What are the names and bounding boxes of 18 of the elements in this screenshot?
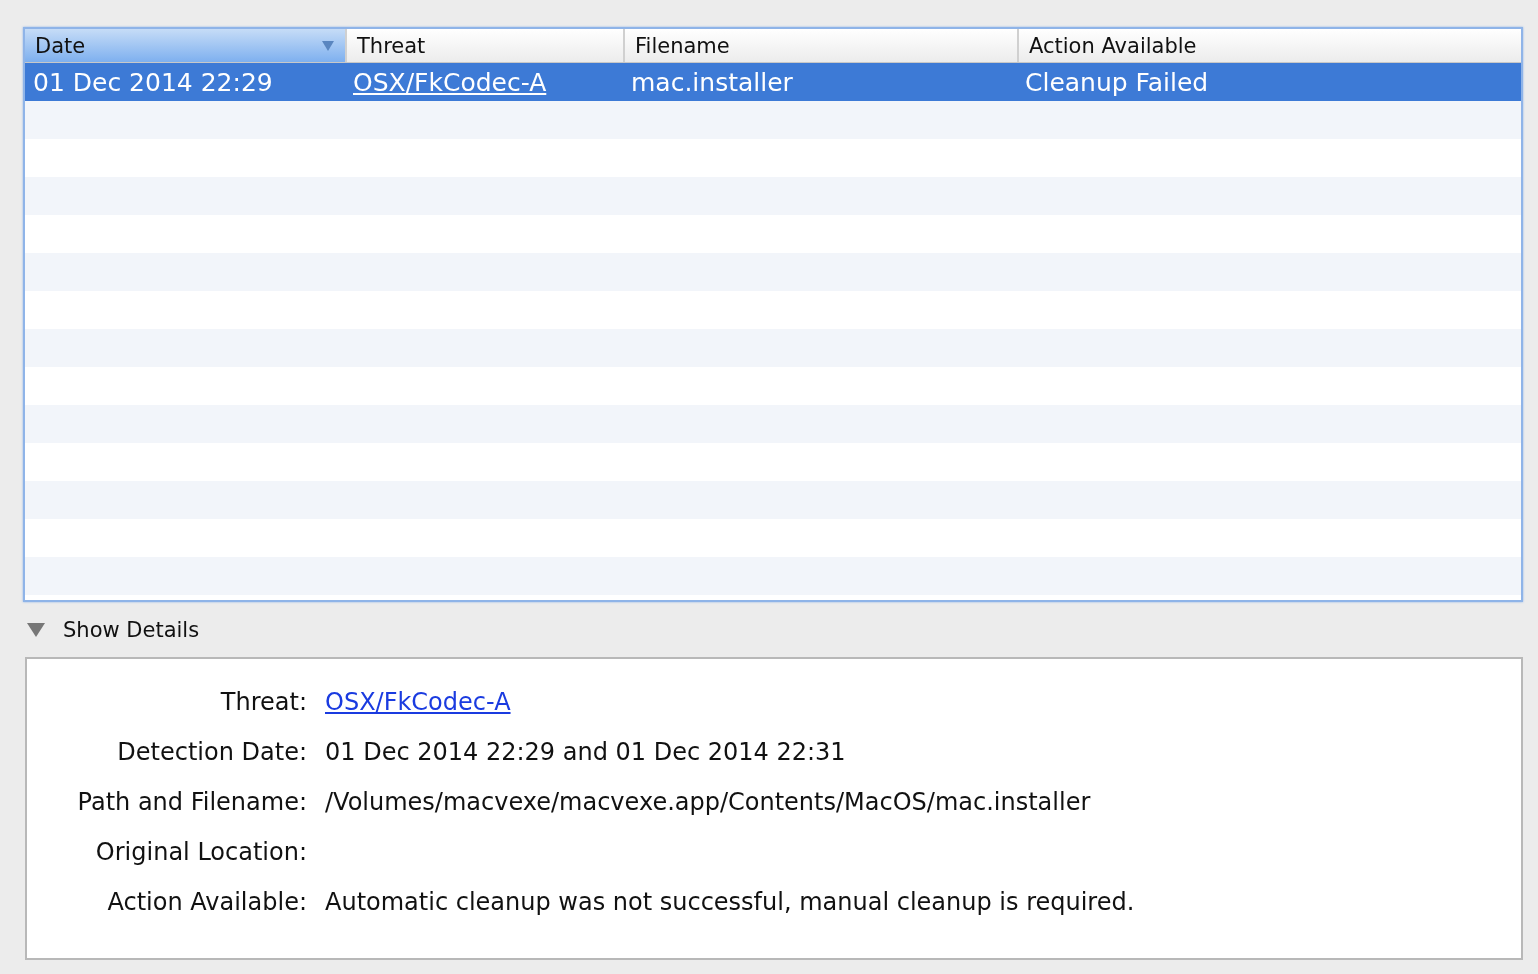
sort-arrow-icon	[321, 39, 335, 52]
table-cell-text: mac.installer	[630, 67, 793, 97]
table-cell-text: Cleanup Failed	[1024, 67, 1209, 97]
column-header[interactable]: Date	[25, 29, 345, 62]
table-cell-text: 01 Dec 2014 22:29	[32, 67, 273, 97]
detail-label: Detection Date:	[117, 737, 307, 768]
threat-link[interactable]: OSX/FkCodec-A	[345, 67, 547, 97]
detail-label: Threat:	[220, 687, 307, 718]
disclosure-triangle-icon	[27, 621, 45, 638]
detail-label: Original Location:	[95, 837, 307, 868]
detail-label: Path and Filename:	[77, 787, 307, 818]
detail-value: 01 Dec 2014 22:29 and 01 Dec 2014 22:31	[325, 737, 846, 768]
detail-value: /Volumes/macvexe/macvexe.app/Contents/MacOS/mac.installer	[325, 787, 1091, 818]
detail-value: Automatic cleanup was not successful, manual cleanup is required.	[325, 887, 1135, 918]
show-details-toggle[interactable]: Show Details	[23, 602, 200, 657]
table-row[interactable]: 01 Dec 2014 22:29 OSX/FkCodec-A mac.installer Cleanup Failed	[25, 63, 1521, 101]
threat-link[interactable]: OSX/FkCodec-A	[325, 684, 511, 720]
detail-label: Action Available:	[107, 887, 307, 918]
